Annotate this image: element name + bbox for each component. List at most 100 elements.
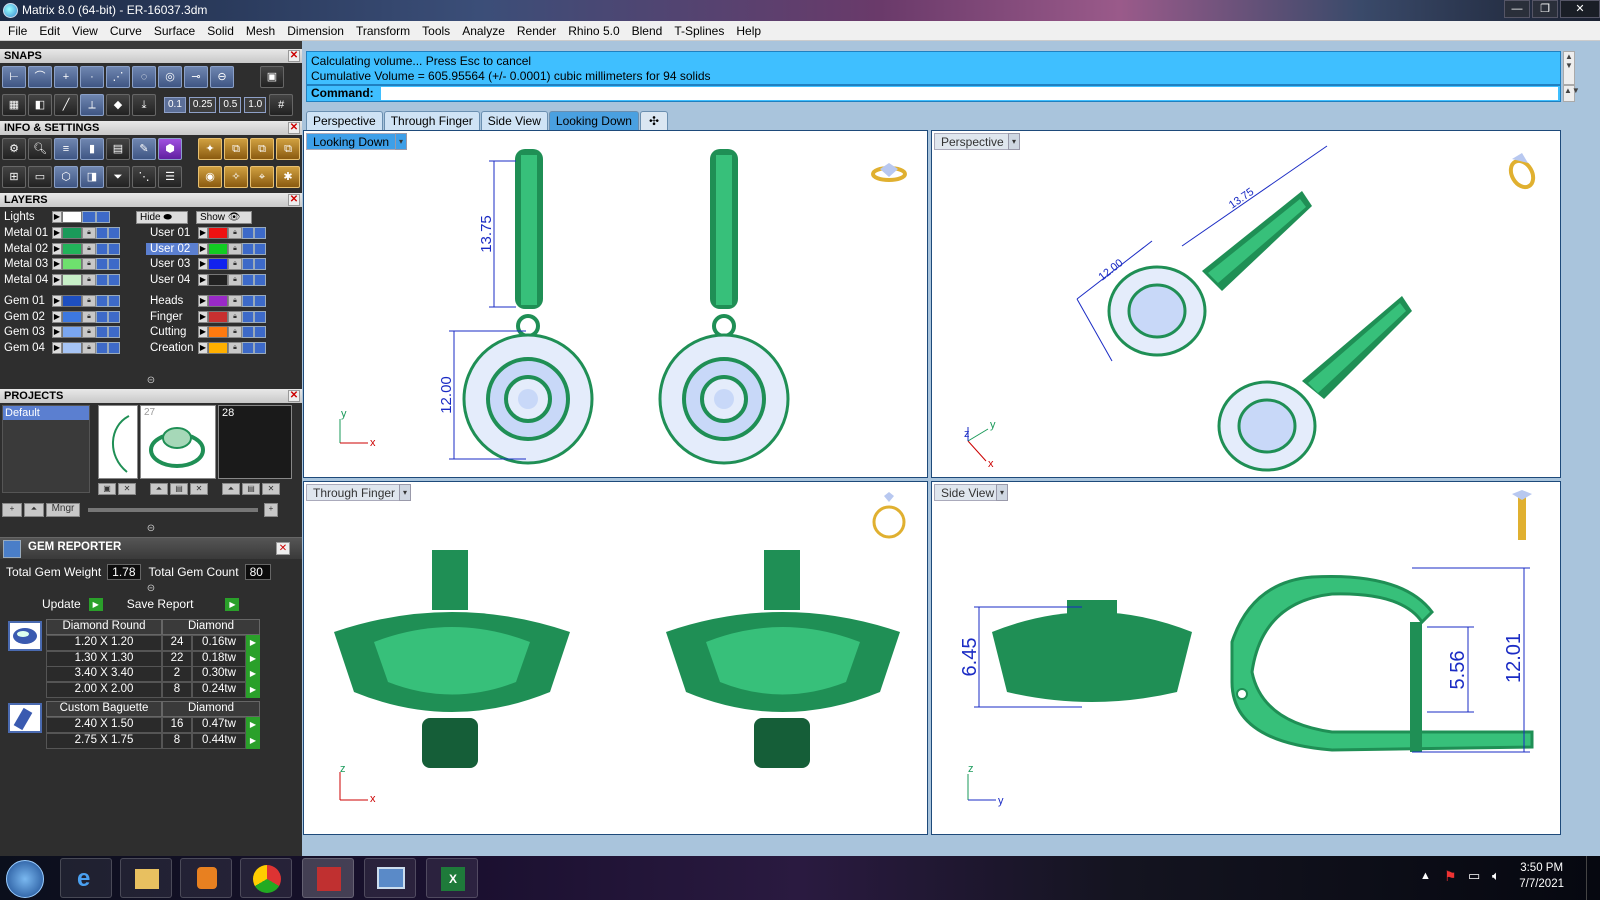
notes-icon[interactable]: ✎ [132,138,156,160]
taskbar-chrome-icon[interactable] [240,858,292,898]
tab-perspective[interactable]: Perspective [306,111,383,130]
layer-arrow-icon[interactable]: ▶ [198,295,208,307]
layer-row-gem-01[interactable]: Gem 01 ▶ 🔒︎ [0,293,120,309]
snap-project-icon[interactable]: ▣ [260,66,284,88]
layer-visible-icon[interactable] [96,242,108,255]
tray-volume-icon[interactable]: 🔈︎ [1492,868,1500,884]
layer-name[interactable]: Gem 01 [0,295,52,307]
show-all-button[interactable]: Show 👁︎ [196,210,252,224]
layer-print-icon[interactable] [254,326,266,338]
project-up-icon[interactable]: ⏶ [150,483,168,495]
single-view-icon[interactable]: ▭ [28,166,52,188]
layer-print-icon[interactable] [108,242,120,255]
ortho-icon[interactable]: ⟂ [80,94,104,116]
snap-step-0-1[interactable]: 0.1 [164,97,186,113]
layer-name[interactable]: User 02 [146,242,198,255]
layer-color-swatch[interactable] [208,341,228,354]
document-icon[interactable]: ▤ [106,138,130,160]
restore-button[interactable]: ❐ [1532,0,1558,18]
snap-step-1-0[interactable]: 1.0 [244,97,267,113]
layer-row-user-02[interactable]: User 02 ▶ 🔒︎ [146,241,266,257]
layer-visible-icon[interactable] [96,326,108,338]
layer-visible-icon[interactable] [242,242,254,255]
save-report-button[interactable]: ▶ [225,597,240,611]
layer-color-swatch[interactable] [62,341,82,354]
menu-tools[interactable]: Tools [416,24,456,38]
layer-row-user-01[interactable]: User 01 ▶ 🔒︎ [146,225,266,241]
layer-arrow-icon[interactable]: ▶ [198,341,208,354]
command-input-scroll[interactable]: ▲▼ [1563,85,1580,102]
projects-expand-icon[interactable]: ⊝ [0,523,302,537]
lights-visible-icon[interactable] [82,211,96,223]
taskbar-media-icon[interactable] [180,858,232,898]
layer-visible-icon[interactable] [96,273,108,286]
lock-icon[interactable]: 🔒︎ [82,227,96,239]
layer-name[interactable]: Finger [146,311,198,323]
select-icon[interactable]: ⋱ [132,166,156,188]
layer-print-icon[interactable] [108,341,120,354]
layer-color-swatch[interactable] [62,258,82,270]
project-move-up-icon[interactable]: ⏶ [24,503,44,517]
lock-icon[interactable]: 🔒︎ [82,310,96,323]
layer-arrow-icon[interactable]: ▶ [198,242,208,255]
gem-select-button[interactable]: ▶ [246,666,260,682]
planar-icon[interactable]: ◆ [106,94,130,116]
gem-cube-icon[interactable]: ⬢ [158,138,182,160]
lock-icon[interactable]: 🔒︎ [82,273,96,286]
menu-view[interactable]: View [66,24,104,38]
menu-help[interactable]: Help [730,24,767,38]
frame-right-icon[interactable]: ⧉ [276,138,300,160]
settings-gear-icon[interactable]: ⚙ [2,138,26,160]
project-thumb-27[interactable]: 27 [140,405,216,479]
project-export-icon[interactable]: ▣ [98,483,116,495]
layer-print-icon[interactable] [254,258,266,270]
layer-row-metal-02[interactable]: Metal 02 ▶ 🔒︎ [0,241,120,257]
gem-select-button[interactable]: ▶ [246,650,260,667]
taskbar-explorer-icon[interactable] [120,858,172,898]
layer-visible-icon[interactable] [96,295,108,307]
menu-edit[interactable]: Edit [33,24,66,38]
project-remove2-icon[interactable]: ✕ [262,483,280,495]
layer-row-creation[interactable]: Creation ▶ 🔒︎ [146,340,266,356]
project-save-icon[interactable]: ▤ [170,483,188,495]
layer-row-metal-04[interactable]: Metal 04 ▶ 🔒︎ [0,272,120,288]
lock-icon[interactable]: 🔒︎ [228,242,242,255]
layer-print-icon[interactable] [108,227,120,239]
tray-expand-icon[interactable]: ▲ [1420,870,1431,882]
gem-select-button[interactable]: ▶ [246,635,260,651]
list-icon[interactable]: ☰ [158,166,182,188]
menu-solid[interactable]: Solid [201,24,240,38]
cube-view-icon[interactable]: ◧ [28,94,52,116]
layer-arrow-icon[interactable]: ▶ [198,273,208,286]
layer-name[interactable]: Gem 02 [0,311,52,323]
snap-mid-icon[interactable]: ⋰ [106,66,130,88]
layer-row-metal-01[interactable]: Metal 01 ▶ 🔒︎ [0,225,120,241]
layer-arrow-icon[interactable]: ▶ [52,310,62,323]
layer-name[interactable]: Metal 01 [0,227,52,239]
project-thumb-prev[interactable] [98,405,138,479]
layer-visible-icon[interactable] [242,326,254,338]
project-save2-icon[interactable]: ▤ [242,483,260,495]
wire-cube-icon[interactable]: ⬡ [54,166,78,188]
lights-lock-icon[interactable] [96,211,110,223]
layer-row-gem-03[interactable]: Gem 03 ▶ 🔒︎ [0,324,120,340]
pen-tool-icon[interactable]: ╱ [54,94,78,116]
manager-button[interactable]: Mngr [46,503,80,517]
filter-icon[interactable]: ⏷ [106,166,130,188]
layer-visible-icon[interactable] [242,341,254,354]
gem-select-button[interactable]: ▶ [246,732,260,749]
layer-color-swatch[interactable] [208,258,228,270]
menu-analyze[interactable]: Analyze [456,24,511,38]
layer-print-icon[interactable] [108,258,120,270]
tab-looking-down[interactable]: Looking Down [548,111,639,130]
snap-point-icon[interactable]: · [80,66,104,88]
lock-icon[interactable]: 🔒︎ [82,295,96,307]
taskbar-screenshot-icon[interactable] [364,858,416,898]
menu-blend[interactable]: Blend [626,24,669,38]
layer-color-swatch[interactable] [208,273,228,286]
menu-transform[interactable]: Transform [350,24,416,38]
layer-arrow-icon[interactable]: ▶ [52,326,62,338]
gem-reporter-close-icon[interactable]: ✕ [276,542,290,555]
viewport-perspective[interactable]: Perspective ▾ 13.75 12.00 x y z [931,130,1561,478]
gem-select-button[interactable]: ▶ [246,681,260,698]
